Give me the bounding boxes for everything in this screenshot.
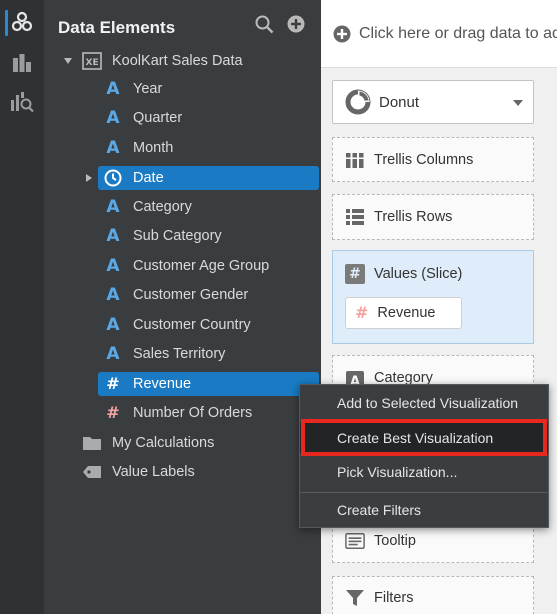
data-element-label: Year [133, 81, 163, 97]
folder-label: Value Labels [112, 464, 195, 480]
attribute-icon: A [106, 196, 120, 217]
data-source-label: KoolKart Sales Data [112, 53, 243, 69]
clock-icon [101, 166, 125, 190]
data-element-sub-category[interactable]: A Sub Category [101, 224, 319, 248]
data-element-label: Number Of Orders [133, 405, 253, 421]
data-elements-icon [11, 11, 33, 32]
expand-date-toggle[interactable] [82, 171, 96, 185]
data-element-label: Revenue [133, 376, 192, 392]
folder-my-calculations[interactable]: My Calculations [80, 431, 298, 455]
analytics-tab[interactable] [0, 84, 44, 120]
chip-label: Revenue [377, 305, 436, 321]
data-element-quarter[interactable]: A Quarter [101, 106, 319, 130]
folder-value-labels[interactable]: Value Labels [80, 460, 298, 484]
data-element-customer-age-group[interactable]: A Customer Age Group [101, 254, 319, 278]
filter-icon [345, 588, 365, 608]
data-element-label: Date [133, 170, 164, 186]
tooltip-icon [345, 531, 365, 551]
caret-right-icon [86, 174, 92, 182]
trellis-columns-icon [345, 150, 365, 170]
measure-hash-icon: # [345, 264, 365, 284]
bar-chart-icon [13, 54, 31, 72]
context-menu: Add to Selected Visualization Create Bes… [299, 384, 549, 528]
dropzone-label: Values (Slice) [374, 266, 463, 282]
measure-icon: # [355, 303, 369, 322]
tag-icon [80, 460, 104, 484]
revenue-chip[interactable]: # Revenue [345, 297, 462, 329]
folder-label: My Calculations [112, 435, 215, 451]
data-element-customer-country[interactable]: A Customer Country [101, 313, 319, 337]
data-element-label: Customer Country [133, 317, 251, 333]
chevron-down-icon [513, 100, 523, 106]
excel-file-icon: XE [80, 49, 104, 73]
menu-item-add-to-selected-visualization[interactable]: Add to Selected Visualization [300, 388, 548, 418]
viz-type-label: Donut [379, 93, 420, 111]
panel-title: Data Elements [58, 18, 176, 37]
collapse-source-toggle[interactable] [61, 54, 75, 68]
add-circle-icon [333, 25, 351, 42]
menu-item-create-best-visualization[interactable]: Create Best Visualization [300, 423, 548, 453]
caret-down-icon [64, 58, 72, 64]
data-source-row[interactable]: XE KoolKart Sales Data [80, 49, 243, 73]
attribute-icon: A [106, 78, 120, 99]
search-icon [255, 15, 273, 33]
drop-data-hint: Click here or drag data to ad [359, 24, 557, 42]
data-element-label: Sales Territory [133, 346, 226, 362]
dropzone-label: Trellis Columns [374, 151, 474, 168]
add-data-button[interactable] [285, 13, 307, 35]
data-element-revenue[interactable]: # Revenue [98, 372, 319, 396]
visualizations-tab[interactable] [0, 45, 44, 81]
dropzone-label: Filters [374, 590, 414, 606]
data-element-label: Category [133, 199, 192, 215]
search-button[interactable] [253, 13, 275, 35]
attribute-icon: A [106, 284, 120, 305]
attribute-icon: A [106, 314, 120, 335]
trellis-rows-icon [345, 207, 365, 227]
values-slice-header: # Values (Slice) [345, 264, 462, 284]
drop-data-target[interactable]: Click here or drag data to ad [321, 0, 557, 68]
analytics-search-icon [11, 92, 34, 113]
menu-separator [300, 492, 548, 493]
values-slice-dropzone[interactable]: # Values (Slice) # Revenue [332, 250, 534, 344]
data-element-date[interactable]: Date [98, 166, 319, 190]
data-element-label: Customer Age Group [133, 258, 270, 274]
attribute-icon: A [106, 225, 120, 246]
measure-icon: # [106, 403, 120, 422]
data-element-label: Sub Category [133, 228, 222, 244]
measure-icon: # [106, 374, 120, 393]
menu-item-pick-visualization[interactable]: Pick Visualization... [300, 457, 548, 487]
trellis-columns-dropzone[interactable]: Trellis Columns [332, 137, 534, 182]
add-circle-icon [287, 15, 305, 33]
svg-text:XE: XE [86, 58, 99, 68]
attribute-icon: A [106, 107, 120, 128]
icon-rail [0, 0, 44, 614]
filters-dropzone[interactable]: Filters [332, 576, 534, 614]
data-element-label: Quarter [133, 110, 183, 126]
folder-icon [80, 431, 104, 455]
data-elements-tab[interactable] [0, 4, 44, 40]
data-element-sales-territory[interactable]: A Sales Territory [101, 342, 319, 366]
data-element-label: Month [133, 140, 174, 156]
attribute-icon: A [106, 343, 120, 364]
attribute-icon: A [106, 255, 120, 276]
data-element-label: Customer Gender [133, 287, 249, 303]
viz-type-select[interactable]: Donut [332, 80, 534, 124]
trellis-rows-dropzone[interactable]: Trellis Rows [332, 194, 534, 240]
data-element-year[interactable]: A Year [101, 77, 319, 101]
dropzone-label: Tooltip [374, 533, 416, 549]
donut-chart-icon [345, 89, 371, 115]
data-element-month[interactable]: A Month [101, 136, 319, 160]
panel-toolbar [253, 13, 307, 35]
menu-item-create-filters[interactable]: Create Filters [300, 495, 548, 525]
data-element-category[interactable]: A Category [101, 195, 319, 219]
data-element-customer-gender[interactable]: A Customer Gender [101, 283, 319, 307]
data-element-number-of-orders[interactable]: # Number Of Orders [101, 401, 319, 425]
dropzone-label: Trellis Rows [374, 209, 453, 225]
attribute-icon: A [106, 137, 120, 158]
